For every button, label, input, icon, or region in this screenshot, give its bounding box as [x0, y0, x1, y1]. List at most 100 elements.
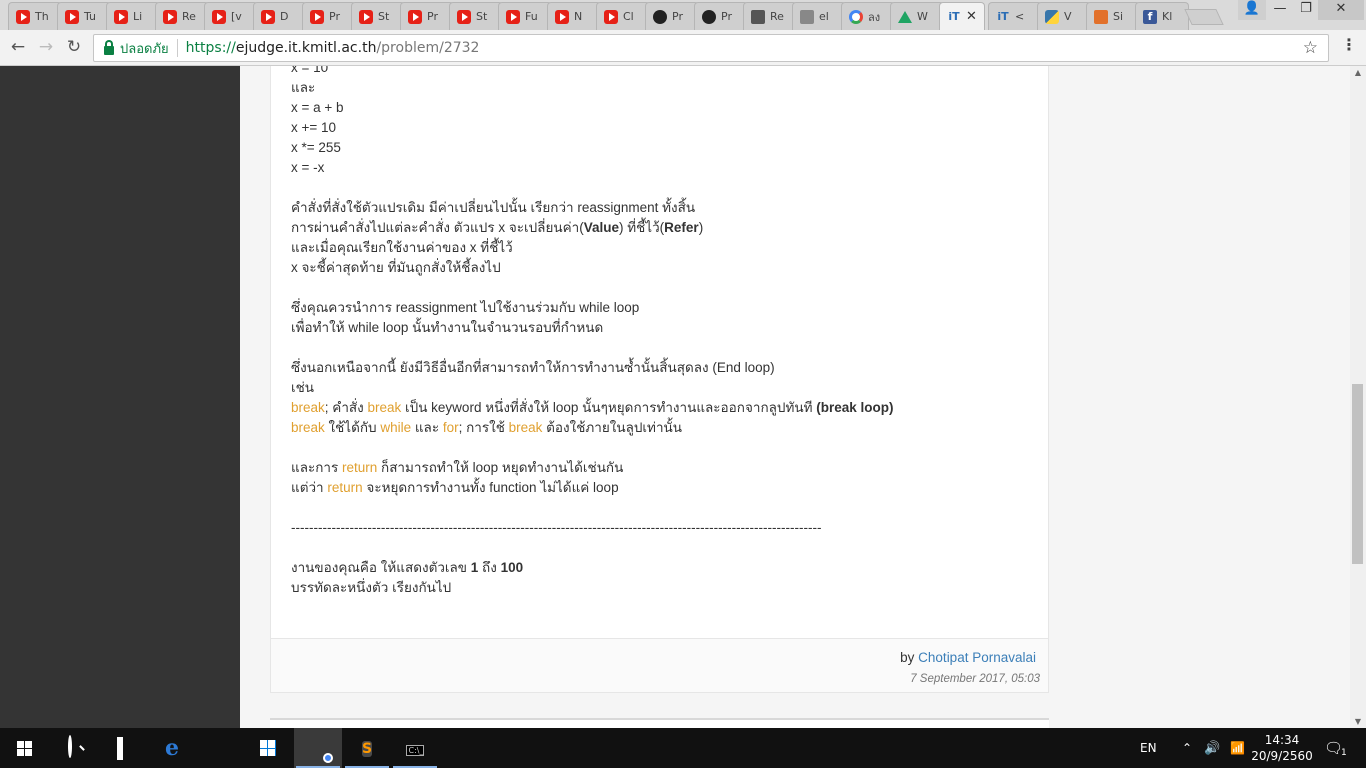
page-viewport: x = 10 และ x = a + b x += 10 x *= 255 x = -x ค…	[0, 66, 1350, 728]
browser-tab[interactable]: Pr	[400, 2, 454, 30]
browser-tab[interactable]: iT ✕	[939, 2, 985, 30]
page-scrollbar[interactable]: ▲ ▼	[1350, 66, 1366, 728]
browser-tab[interactable]: V	[1037, 2, 1091, 30]
browser-tab[interactable]: St	[449, 2, 503, 30]
book-icon	[751, 9, 765, 24]
close-window-button[interactable]: ✕	[1318, 0, 1364, 20]
show-hidden-icons-icon[interactable]: ⌃	[1182, 728, 1192, 768]
browser-tab[interactable]: iT <	[988, 2, 1042, 30]
chrome-menu-button[interactable]: ⋮	[1341, 35, 1357, 54]
minimize-icon: —	[1273, 1, 1287, 16]
line-text: ; คำสั่ง	[324, 400, 368, 415]
network-icon[interactable]: 📶	[1230, 728, 1245, 768]
browser-tab[interactable]: Tu	[57, 2, 111, 30]
youtube-icon	[163, 9, 177, 24]
browser-tab[interactable]: St	[351, 2, 405, 30]
task-view-button[interactable]	[96, 728, 144, 768]
line-text: ก็สามารถทำให้ loop หยุดทำงานได้เช่นกัน	[377, 460, 624, 475]
line-text: งานของคุณคือ ให้แสดงตัวเลข	[291, 560, 471, 575]
line-text: x = -x	[291, 160, 325, 175]
start-button[interactable]	[0, 728, 48, 768]
keyword-text: while	[380, 420, 412, 435]
google-icon	[849, 9, 863, 24]
youtube-icon	[16, 9, 30, 24]
browser-tab[interactable]: Th	[8, 2, 62, 30]
tab-title: Th	[35, 10, 49, 23]
statement-line	[291, 498, 1031, 518]
browser-tab[interactable]: Si	[1086, 2, 1140, 30]
statement-line: ----------------------------------------…	[291, 518, 1031, 538]
new-tab-button[interactable]	[1184, 9, 1224, 25]
browser-tab[interactable]: [v	[204, 2, 258, 30]
url-host: ejudge.it.kmitl.ac.th	[235, 40, 377, 56]
line-text: เช่น	[291, 380, 315, 395]
statement-line: เพื่อทำให้ while loop นั้นทำงานในจำนวนรอ…	[291, 318, 1031, 338]
keyword-text: return	[327, 480, 363, 495]
line-text: x += 10	[291, 120, 337, 135]
browser-tab[interactable]: Li	[106, 2, 160, 30]
tab-title: Re	[770, 10, 784, 23]
browser-tab[interactable]: Pr	[302, 2, 356, 30]
browser-tab[interactable]: N	[547, 2, 601, 30]
address-bar[interactable]: ปลอดภัย https://ejudge.it.kmitl.ac.th/pr…	[93, 34, 1329, 62]
edge-button[interactable]: e	[148, 728, 196, 768]
action-center-button[interactable]: 🗨 1	[1324, 728, 1349, 768]
profile-button[interactable]: 👤	[1238, 0, 1266, 20]
clock[interactable]: 14:34 20/9/2560	[1251, 728, 1313, 768]
keyword-text: break	[367, 400, 402, 415]
chrome-button[interactable]	[294, 728, 342, 768]
volume-icon[interactable]: 🔊	[1204, 728, 1220, 768]
line-text: ใช้ได้กับ	[324, 420, 381, 435]
keyword-text: break	[291, 400, 325, 415]
minimize-button[interactable]: —	[1266, 0, 1294, 20]
tab-title: W	[917, 10, 928, 23]
browser-tab[interactable]: Pr	[645, 2, 699, 30]
file-explorer-button[interactable]	[196, 728, 244, 768]
browser-tab[interactable]: el	[792, 2, 846, 30]
bookmark-star-icon[interactable]: ☆	[1303, 38, 1318, 58]
tab-title: Fu	[525, 10, 538, 23]
author-link[interactable]: Chotipat Pornavalai	[918, 650, 1036, 665]
browser-tab[interactable]: Re	[743, 2, 797, 30]
scroll-down-icon[interactable]: ▼	[1350, 717, 1366, 726]
search-button[interactable]	[48, 728, 96, 768]
python-icon	[1045, 9, 1059, 24]
line-text: ต้องใช้ภายในลูปเท่านั้น	[542, 420, 682, 435]
store-button[interactable]	[244, 728, 292, 768]
tab-close-icon[interactable]: ✕	[966, 9, 977, 24]
secure-label[interactable]: ปลอดภัย	[120, 38, 169, 59]
youtube-icon	[506, 9, 520, 24]
youtube-icon	[604, 9, 618, 24]
line-text: x = a + b	[291, 100, 344, 115]
tab-title: Pr	[427, 10, 438, 23]
browser-tab[interactable]: f Kl	[1135, 2, 1189, 30]
post-date: 7 September 2017, 05:03	[910, 673, 1040, 685]
line-text: x *= 255	[291, 140, 341, 155]
line-text: บรรทัดละหนึ่งตัว เรียงกันไป	[291, 580, 452, 595]
browser-tab[interactable]: Pr	[694, 2, 748, 30]
reload-button[interactable]: ↻	[62, 37, 86, 57]
tab-title: Pr	[672, 10, 683, 23]
browser-tab[interactable]: Fu	[498, 2, 552, 30]
language-indicator[interactable]: EN	[1140, 728, 1157, 768]
line-text: และ	[291, 80, 316, 95]
scroll-up-icon[interactable]: ▲	[1350, 68, 1366, 77]
line-text: ; การใช้	[458, 420, 509, 435]
forward-button[interactable]: →	[34, 37, 58, 57]
cmd-button[interactable]: C:\_	[391, 728, 439, 768]
tab-title: Tu	[84, 10, 97, 23]
maximize-button[interactable]: ❐	[1292, 0, 1320, 20]
browser-tab[interactable]: W	[890, 2, 944, 30]
statement-line: และ	[291, 78, 1031, 98]
sublime-button[interactable]: S	[343, 728, 391, 768]
scrollbar-thumb[interactable]	[1352, 384, 1363, 564]
back-button[interactable]: ←	[6, 37, 30, 57]
maximize-icon: ❐	[1300, 1, 1312, 16]
youtube-icon	[310, 9, 324, 24]
browser-tab[interactable]: Cl	[596, 2, 650, 30]
browser-tab[interactable]: ลง	[841, 2, 895, 30]
sublime-icon: S	[361, 740, 373, 757]
tab-title: el	[819, 10, 829, 23]
browser-tab[interactable]: D	[253, 2, 307, 30]
browser-tab[interactable]: Re	[155, 2, 209, 30]
